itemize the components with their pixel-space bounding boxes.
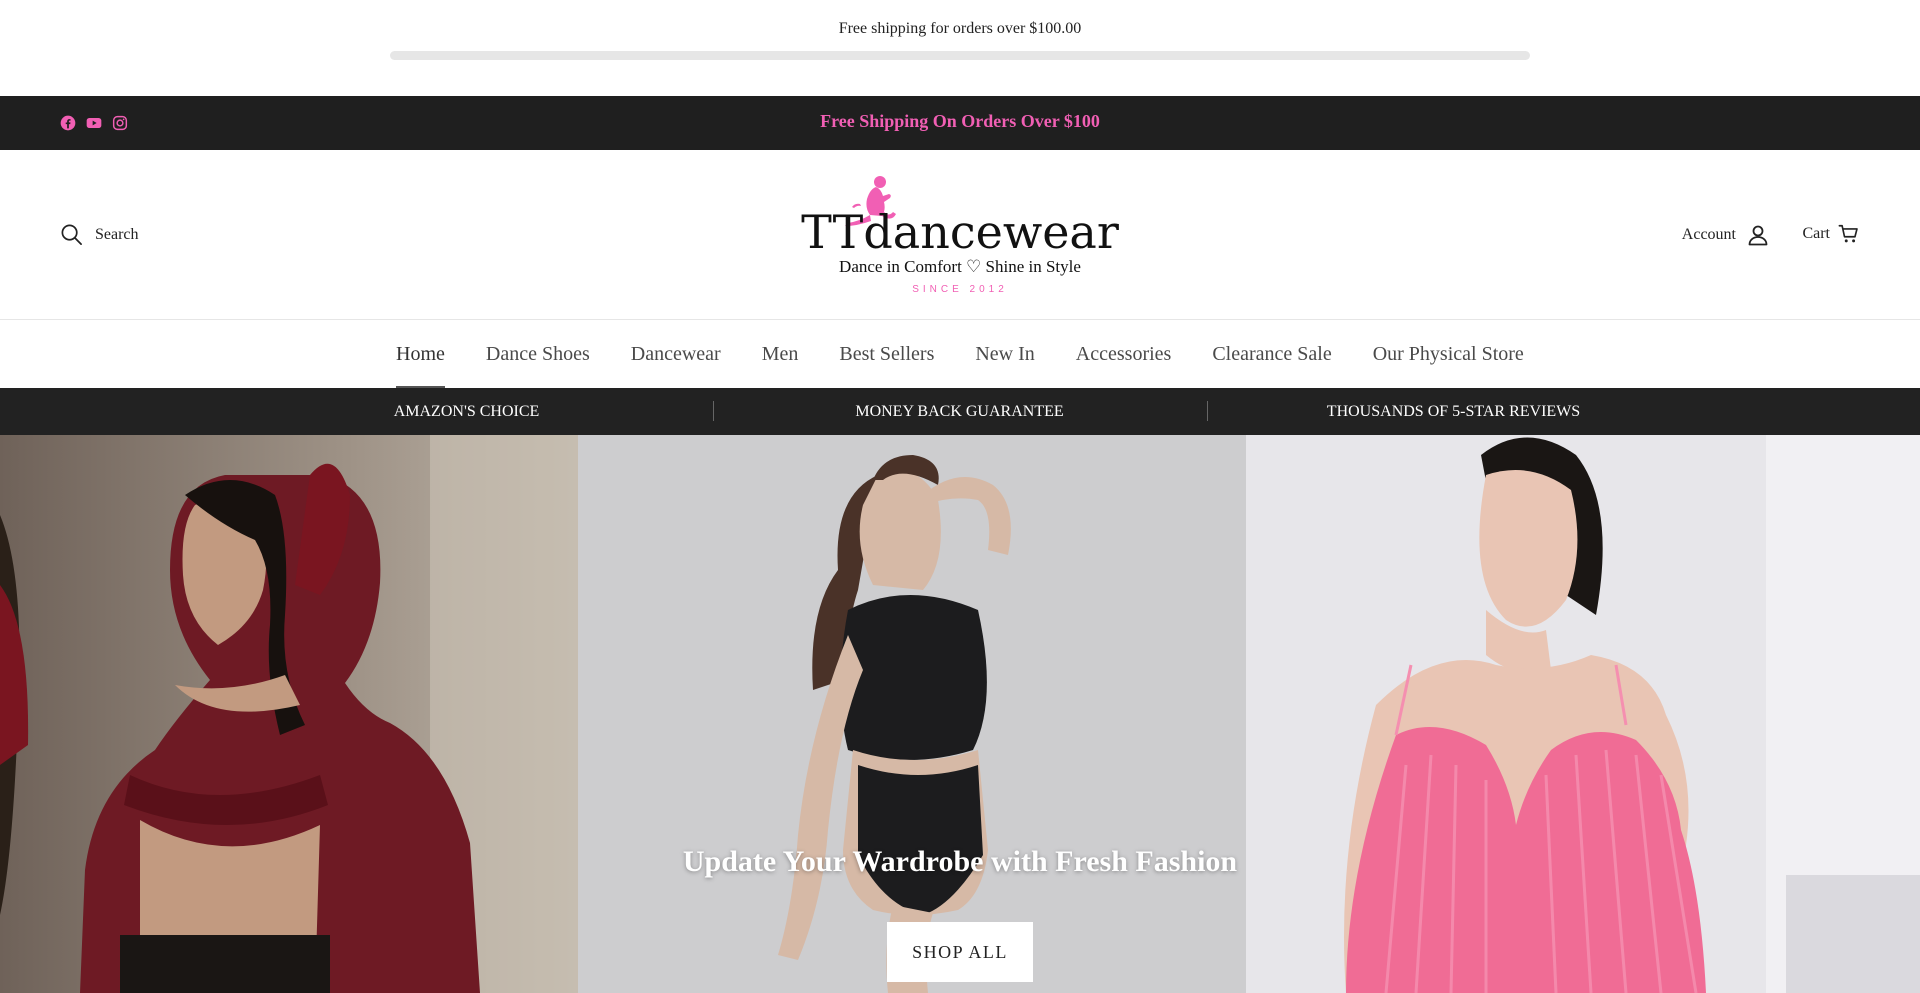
- account-link[interactable]: Account: [1682, 223, 1770, 247]
- nav-item-accessories[interactable]: Accessories: [1076, 321, 1172, 388]
- free-shipping-text: Free shipping for orders over $100.00: [838, 20, 1082, 37]
- hero-photo-black-outfit: [578, 435, 1246, 993]
- cart-label: Cart: [1802, 225, 1830, 242]
- nav-item-our-physical-store[interactable]: Our Physical Store: [1373, 321, 1524, 388]
- nav-item-clearance-sale[interactable]: Clearance Sale: [1212, 321, 1331, 388]
- site-header: Search TTdancewear Dance in Comfort ♡ Sh…: [0, 150, 1920, 320]
- nav-item-dancewear[interactable]: Dancewear: [631, 321, 721, 388]
- search-label: Search: [95, 225, 139, 243]
- nav-item-home[interactable]: Home: [396, 321, 445, 388]
- trust-item-money-back-guarantee: MONEY BACK GUARANTEE: [855, 403, 1064, 420]
- user-icon: [1748, 225, 1768, 246]
- trust-divider: [1207, 401, 1208, 421]
- nav-item-best-sellers[interactable]: Best Sellers: [839, 321, 934, 388]
- hero-photo-red-top: [0, 435, 578, 993]
- account-label: Account: [1681, 226, 1736, 243]
- trust-divider: [713, 401, 714, 421]
- shop-all-button[interactable]: SHOP ALL: [887, 922, 1033, 982]
- announcement-bar: Free Shipping On Orders Over $100: [0, 96, 1920, 150]
- hero-image-left: [0, 435, 578, 993]
- hero-banner: Update Your Wardrobe with Fresh Fashion …: [0, 435, 1920, 993]
- announcement-text: Free Shipping On Orders Over $100: [820, 111, 1100, 131]
- trust-strip: AMAZON'S CHOICE MONEY BACK GUARANTEE THO…: [0, 388, 1920, 435]
- trust-item-five-star-reviews: THOUSANDS OF 5-STAR REVIEWS: [1326, 403, 1581, 420]
- free-shipping-progress: [390, 51, 1530, 60]
- trust-item-amazons-choice: AMAZON'S CHOICE: [393, 403, 540, 420]
- nav-item-dance-shoes[interactable]: Dance Shoes: [486, 321, 590, 388]
- main-nav: Home Dance Shoes Dancewear Men Best Sell…: [0, 321, 1920, 388]
- nav-item-men[interactable]: Men: [762, 321, 799, 388]
- logo-brand: TTdancewear: [801, 205, 1119, 259]
- search-icon: [61, 224, 82, 245]
- cart-link[interactable]: Cart: [1802, 223, 1860, 245]
- search-button[interactable]: Search: [60, 223, 139, 246]
- hero-title: Update Your Wardrobe with Fresh Fashion: [682, 845, 1238, 878]
- logo-since: SINCE 2012: [912, 284, 1008, 295]
- free-shipping-bar: Free shipping for orders over $100.00: [0, 0, 1920, 96]
- logo[interactable]: TTdancewear Dance in Comfort ♡ Shine in …: [790, 168, 1130, 300]
- logo-tagline: Dance in Comfort ♡ Shine in Style: [839, 257, 1081, 276]
- cart-icon: [1838, 224, 1858, 243]
- hero-photo-pink-dress: [1246, 435, 1920, 993]
- hero-image-middle: Update Your Wardrobe with Fresh Fashion: [578, 435, 1246, 993]
- nav-item-new-in[interactable]: New In: [975, 321, 1034, 388]
- hero-image-right: [1246, 435, 1920, 993]
